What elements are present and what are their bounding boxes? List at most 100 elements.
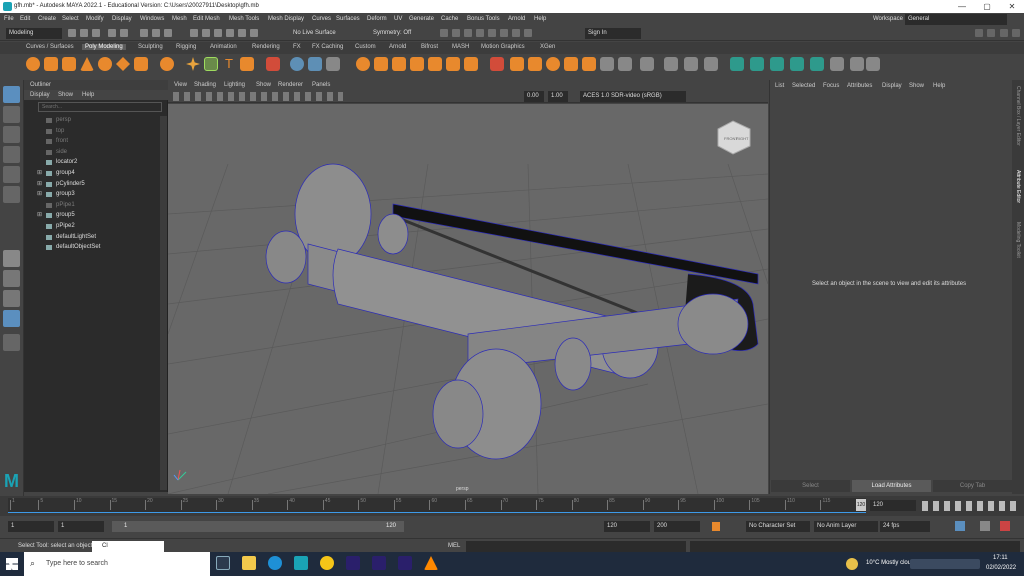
boolean-icon[interactable] <box>356 57 370 71</box>
select-object-icon[interactable] <box>152 29 160 37</box>
ae-menu-attributes[interactable]: Attributes <box>847 83 872 89</box>
lasso-tool-icon[interactable] <box>3 106 20 123</box>
magnifier-icon[interactable] <box>3 334 20 351</box>
file-explorer-icon[interactable] <box>242 556 256 570</box>
vp-menu-lighting[interactable]: Lighting <box>224 82 245 88</box>
start-time-field[interactable]: 1 <box>8 521 54 532</box>
tab-arnold[interactable]: Arnold <box>389 44 406 50</box>
colorspace-dropdown[interactable]: ACES 1.0 SDR-video (sRGB) <box>580 91 686 102</box>
taskbar-search-box[interactable]: ⌕ Type here to search <box>24 552 210 576</box>
tab-fx[interactable]: FX <box>293 44 301 50</box>
menu-windows[interactable]: Windows <box>140 16 164 22</box>
task-view-icon[interactable] <box>216 556 230 570</box>
live-surface-label[interactable]: No Live Surface <box>290 28 362 39</box>
gamma-field[interactable]: 1.00 <box>548 91 568 102</box>
media-encoder-icon[interactable] <box>398 556 412 570</box>
poly-torus-icon[interactable] <box>98 57 112 71</box>
menu-mesh-tools[interactable]: Mesh Tools <box>229 16 259 22</box>
maximize-button[interactable]: ▢ <box>975 0 999 13</box>
start-icon[interactable] <box>6 558 18 570</box>
outliner-item[interactable]: defaultLightSet <box>56 234 96 240</box>
menu-set-dropdown[interactable]: Modeling <box>6 28 62 39</box>
symmetry-dropdown[interactable]: Symmetry: Off <box>370 28 426 39</box>
snap-grid-icon[interactable] <box>190 29 198 37</box>
tab-poly-modeling[interactable]: Poly Modeling <box>82 44 126 50</box>
playback-end-field[interactable]: 120 <box>604 521 650 532</box>
close-button[interactable]: ✕ <box>1000 0 1024 13</box>
tab-curves-surfaces[interactable]: Curves / Surfaces <box>26 44 74 50</box>
time-slider[interactable]: 1 5 10 15 20 25 30 35 40 45 50 55 60 65 70 75 80 85 90 95 10… <box>0 496 1024 516</box>
outliner-menu-display[interactable]: Display <box>30 92 50 98</box>
unfold-icon[interactable] <box>850 57 864 71</box>
command-line-input[interactable] <box>466 541 686 552</box>
ae-menu-display[interactable]: Display <box>882 83 902 89</box>
ae-menu-list[interactable]: List <box>775 83 784 89</box>
menu-generate[interactable]: Generate <box>409 16 434 22</box>
vp-menu-renderer[interactable]: Renderer <box>278 82 303 88</box>
menu-edit[interactable]: Edit <box>20 16 30 22</box>
sculpt-icon[interactable] <box>664 57 678 71</box>
fill-hole-icon[interactable] <box>392 57 406 71</box>
workspace-dropdown[interactable]: General <box>905 14 1007 25</box>
menu-modify[interactable]: Modify <box>86 16 104 22</box>
menu-bonus-tools[interactable]: Bonus Tools <box>467 16 500 22</box>
time-slider-track[interactable] <box>8 498 866 512</box>
outliner-menu-show[interactable]: Show <box>58 92 73 98</box>
tab-custom[interactable]: Custom <box>355 44 376 50</box>
ae-menu-show[interactable]: Show <box>909 83 924 89</box>
ae-menu-help[interactable]: Help <box>933 83 945 89</box>
playback-controls[interactable] <box>922 501 1020 511</box>
character-set-dropdown[interactable]: No Character Set <box>746 521 810 532</box>
panel-layout-icon-2[interactable] <box>1000 29 1008 37</box>
separate-icon[interactable] <box>290 57 304 71</box>
ae-select-button[interactable]: Select <box>771 480 850 492</box>
select-tool-icon[interactable] <box>3 86 20 103</box>
render-settings-icon[interactable] <box>464 29 472 37</box>
open-scene-icon[interactable] <box>80 29 88 37</box>
menu-mesh-display[interactable]: Mesh Display <box>268 16 304 22</box>
expand-toggle-icon[interactable]: ⊞ <box>37 169 42 176</box>
outliner-item[interactable]: defaultObjectSet <box>56 244 100 250</box>
loop-icon[interactable] <box>955 521 965 531</box>
menu-create[interactable]: Create <box>38 16 56 22</box>
slide-edge-icon[interactable] <box>684 57 698 71</box>
tab-modeling-toolkit[interactable]: Modeling Toolkit <box>1015 222 1021 258</box>
snap-curve-icon[interactable] <box>202 29 210 37</box>
arnold-render-view-icon[interactable] <box>488 29 496 37</box>
vp-menu-view[interactable]: View <box>174 82 187 88</box>
merge-icon[interactable] <box>490 57 504 71</box>
undo-icon[interactable] <box>108 29 116 37</box>
outliner-item[interactable]: group3 <box>56 191 75 197</box>
tab-animation[interactable]: Animation <box>210 44 237 50</box>
expand-toggle-icon[interactable]: ⊞ <box>37 211 42 218</box>
single-perspective-layout-icon[interactable] <box>3 250 20 267</box>
current-frame-marker[interactable]: 120 <box>856 499 866 511</box>
playback-start-field[interactable]: 1 <box>58 521 104 532</box>
outliner-item[interactable]: front <box>56 138 68 144</box>
outliner-item[interactable]: group4 <box>56 170 75 176</box>
outliner-layout-icon[interactable] <box>3 310 20 327</box>
tab-xgen[interactable]: XGen <box>540 44 555 50</box>
clock-date[interactable]: 02/02/2022 <box>986 565 1016 571</box>
redo-icon[interactable] <box>120 29 128 37</box>
ae-copy-tab-button[interactable]: Copy Tab <box>933 480 1012 492</box>
svg-tool-icon[interactable] <box>240 57 254 71</box>
tab-attribute-editor[interactable]: Attribute Editor <box>1015 170 1021 203</box>
outliner-item[interactable]: locator2 <box>56 159 77 165</box>
snap-view-icon[interactable] <box>226 29 234 37</box>
ipr-render-icon[interactable] <box>452 29 460 37</box>
bevel-icon[interactable] <box>428 57 442 71</box>
menu-surfaces[interactable]: Surfaces <box>336 16 360 22</box>
ae-load-attributes-button[interactable]: Load Attributes <box>852 480 931 492</box>
tab-rendering[interactable]: Rendering <box>252 44 280 50</box>
viewport-toolbar-icons[interactable] <box>173 92 343 101</box>
light-editor-icon[interactable] <box>524 29 532 37</box>
fps-dropdown[interactable]: 24 fps <box>880 521 930 532</box>
premiere-icon[interactable] <box>346 556 360 570</box>
auto-key-icon[interactable] <box>712 522 720 531</box>
outliner-item[interactable]: top <box>56 128 64 134</box>
sign-in-button[interactable]: Sign In <box>585 28 641 39</box>
viewport-3d[interactable]: FRONT RIGHT persp <box>168 104 768 494</box>
menu-deform[interactable]: Deform <box>367 16 387 22</box>
poly-disc-icon[interactable] <box>134 57 148 71</box>
